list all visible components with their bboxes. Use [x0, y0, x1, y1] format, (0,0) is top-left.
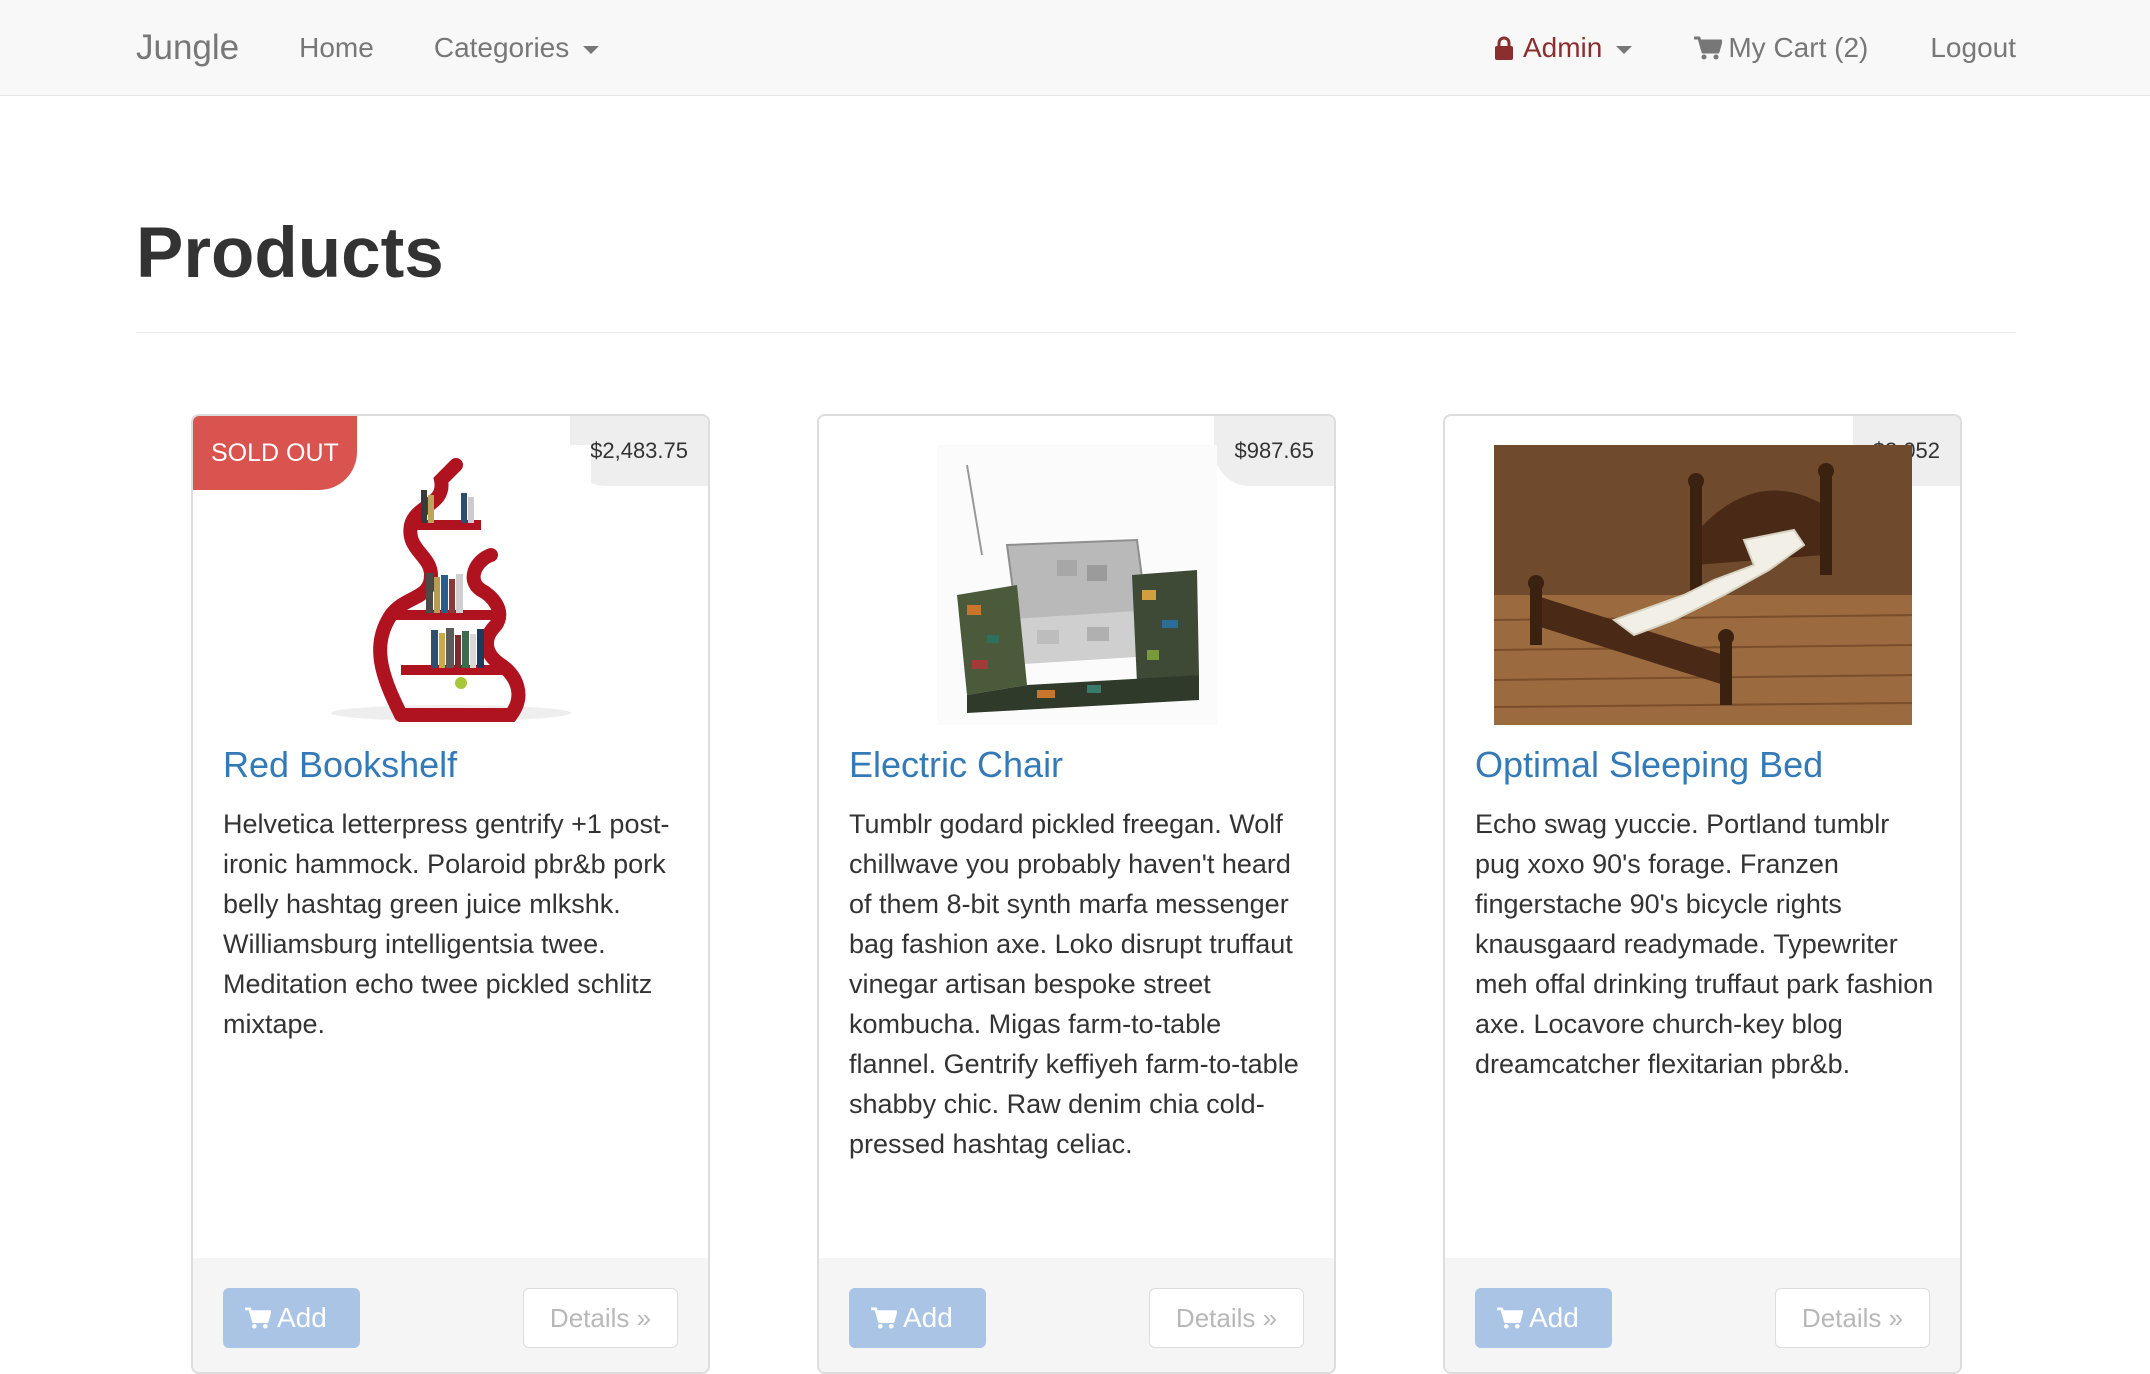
nav-cart-label: My Cart (2) — [1728, 32, 1869, 63]
product-image[interactable] — [310, 445, 591, 725]
navbar-right: Admin My Cart (2) Logout — [1433, 32, 2016, 64]
sold-out-badge: SOLD OUT — [193, 416, 357, 490]
nav-home-label: Home — [299, 32, 374, 63]
shopping-cart-icon — [245, 1307, 271, 1329]
card-footer: Add Details » — [193, 1258, 708, 1372]
caret-down-icon — [1616, 46, 1633, 54]
add-button-label: Add — [903, 1302, 953, 1333]
shopping-cart-icon — [871, 1307, 897, 1329]
product-card: $3,052 Optimal Sleepi — [1443, 414, 1962, 1374]
nav-categories-dropdown[interactable]: Categories — [433, 32, 600, 64]
nav-logout-link[interactable]: Logout — [1930, 32, 2016, 64]
lock-icon — [1494, 36, 1515, 60]
top-navbar: Jungle Home Categories Admin My Cart (2)… — [0, 0, 2150, 96]
brand-link[interactable]: Jungle — [136, 28, 239, 68]
product-image[interactable] — [1493, 445, 1912, 725]
nav-cart-link[interactable]: My Cart (2) — [1694, 32, 1868, 64]
card-footer: Add Details » — [1445, 1258, 1960, 1372]
nav-categories-label: Categories — [433, 32, 570, 63]
details-button[interactable]: Details » — [523, 1288, 678, 1348]
product-card: SOLD OUT $2,483.75 Red Bookshelf Helveti… — [191, 414, 710, 1374]
nav-home-link[interactable]: Home — [299, 32, 374, 64]
product-image[interactable] — [936, 445, 1217, 725]
product-name-link[interactable]: Red Bookshelf — [223, 744, 457, 786]
product-card: $987.65 Electric Chair Tumblr godard pic… — [817, 414, 1336, 1374]
add-to-cart-button[interactable]: Add — [223, 1288, 360, 1348]
add-to-cart-button[interactable]: Add — [849, 1288, 986, 1348]
product-description: Echo swag yuccie. Portland tumblr pug xo… — [1475, 809, 1934, 1079]
price-tag: $987.65 — [1214, 416, 1334, 486]
details-button[interactable]: Details » — [1775, 1288, 1930, 1348]
nav-logout-label: Logout — [1930, 32, 2016, 63]
product-description: Helvetica letterpress gentrify +1 post-i… — [223, 809, 670, 1039]
card-footer: Add Details » — [819, 1258, 1334, 1372]
product-description: Tumblr godard pickled freegan. Wolf chil… — [849, 809, 1299, 1159]
nav-admin-label: Admin — [1522, 32, 1603, 63]
details-button[interactable]: Details » — [1149, 1288, 1304, 1348]
add-button-label: Add — [1529, 1302, 1579, 1333]
shopping-cart-icon — [1694, 36, 1723, 60]
product-name-link[interactable]: Optimal Sleeping Bed — [1475, 744, 1823, 786]
nav-admin-dropdown[interactable]: Admin — [1494, 32, 1633, 64]
add-to-cart-button[interactable]: Add — [1475, 1288, 1612, 1348]
add-button-label: Add — [277, 1302, 327, 1333]
caret-down-icon — [583, 46, 600, 54]
price-tag: $2,483.75 — [570, 416, 708, 486]
shopping-cart-icon — [1497, 1307, 1523, 1329]
page-header: Products — [136, 208, 2016, 333]
page-title: Products — [136, 214, 444, 293]
navbar-inner: Jungle Home Categories Admin My Cart (2)… — [136, 0, 2016, 96]
product-name-link[interactable]: Electric Chair — [849, 744, 1063, 786]
